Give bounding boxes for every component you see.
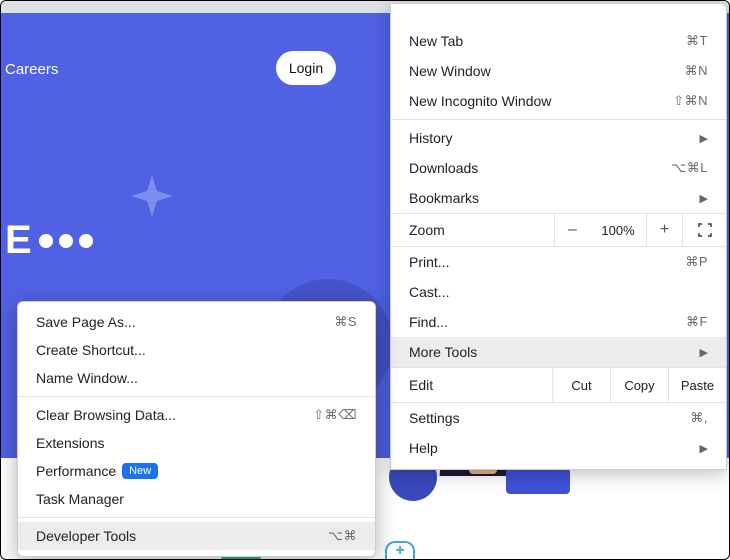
browser-main-menu: New Tab ⌘T New Window ⌘N New Incognito Win… — [390, 3, 727, 470]
menu-label: History — [409, 130, 453, 146]
edit-copy-button[interactable]: Copy — [610, 368, 668, 402]
submenu-clear-browsing[interactable]: Clear Browsing Data... ⇧⌘⌫ — [18, 401, 375, 429]
edit-cut-button[interactable]: Cut — [552, 368, 610, 402]
zoom-value: 100% — [590, 223, 646, 238]
menu-label: Find... — [409, 314, 448, 330]
menu-find[interactable]: Find... ⌘F — [391, 307, 726, 337]
chevron-right-icon: ▶ — [700, 442, 708, 455]
chevron-right-icon: ▶ — [700, 192, 708, 205]
menu-edit-label: Edit — [391, 377, 552, 393]
menu-label: Name Window... — [36, 370, 138, 386]
menu-bookmarks[interactable]: Bookmarks ▶ — [391, 183, 726, 213]
menu-label: Bookmarks — [409, 190, 479, 206]
menu-new-window[interactable]: New Window ⌘N — [391, 56, 726, 86]
submenu-developer-tools[interactable]: Developer Tools ⌥⌘ — [18, 522, 375, 550]
menu-help[interactable]: Help ▶ — [391, 433, 726, 463]
shortcut: ⌘T — [686, 33, 708, 49]
shortcut: ⌥⌘ — [328, 528, 357, 544]
menu-edit-row: Edit Cut Copy Paste — [391, 367, 726, 403]
menu-history[interactable]: History ▶ — [391, 123, 726, 153]
sparkle-icon — [129, 173, 175, 219]
submenu-name-window[interactable]: Name Window... — [18, 364, 375, 392]
menu-downloads[interactable]: Downloads ⌥⌘L — [391, 153, 726, 183]
shortcut: ⌘F — [686, 314, 708, 330]
submenu-performance[interactable]: PerformanceNew — [18, 457, 375, 485]
zoom-out-button[interactable]: – — [554, 214, 590, 246]
menu-separator — [18, 396, 375, 397]
menu-label: Cast... — [409, 284, 449, 300]
menu-settings[interactable]: Settings ⌘, — [391, 403, 726, 433]
menu-label: Create Shortcut... — [36, 342, 146, 358]
menu-label: Print... — [409, 254, 449, 270]
menu-label: Task Manager — [36, 491, 124, 507]
menu-label: Clear Browsing Data... — [36, 407, 176, 423]
nav-careers-link[interactable]: Careers — [5, 61, 58, 78]
menu-label: PerformanceNew — [36, 463, 158, 479]
submenu-create-shortcut[interactable]: Create Shortcut... — [18, 336, 375, 364]
menu-label: Settings — [409, 410, 460, 426]
shortcut: ⌘P — [685, 254, 708, 270]
submenu-extensions[interactable]: Extensions — [18, 429, 375, 457]
menu-label: More Tools — [409, 344, 477, 360]
edit-paste-button[interactable]: Paste — [668, 368, 726, 402]
zoom-in-button[interactable]: + — [646, 214, 682, 246]
menu-label: New Window — [409, 63, 491, 79]
menu-separator — [391, 119, 726, 120]
menu-label: New Tab — [409, 33, 463, 49]
menu-label: Extensions — [36, 435, 104, 451]
menu-label: New Incognito Window — [409, 93, 551, 109]
menu-zoom-label: Zoom — [391, 222, 554, 238]
submenu-save-page[interactable]: Save Page As... ⌘S — [18, 308, 375, 336]
menu-new-incognito[interactable]: New Incognito Window ⇧⌘N — [391, 86, 726, 116]
menu-label: Developer Tools — [36, 528, 136, 544]
window: Careers Login E + New Tab ⌘T New Window ⌘N… — [0, 0, 730, 560]
menu-new-tab[interactable]: New Tab ⌘T — [391, 26, 726, 56]
menu-more-tools[interactable]: More Tools ▶ — [391, 337, 726, 367]
menu-cast[interactable]: Cast... — [391, 277, 726, 307]
shortcut: ⌥⌘L — [671, 160, 708, 176]
menu-zoom-row: Zoom – 100% + — [391, 213, 726, 247]
shortcut: ⌘N — [685, 63, 708, 79]
fullscreen-button[interactable] — [682, 214, 726, 246]
chevron-right-icon: ▶ — [700, 346, 708, 359]
fullscreen-icon — [698, 223, 712, 237]
shortcut: ⌘S — [334, 314, 357, 330]
hero-dot — [39, 234, 53, 248]
shortcut: ⇧⌘N — [673, 93, 708, 109]
menu-label: Help — [409, 440, 438, 456]
menu-label: Downloads — [409, 160, 478, 176]
hero-dot — [79, 234, 93, 248]
chevron-right-icon: ▶ — [700, 132, 708, 145]
menu-separator — [18, 517, 375, 518]
login-button[interactable]: Login — [276, 51, 336, 85]
shortcut: ⌘, — [690, 410, 708, 426]
submenu-task-manager[interactable]: Task Manager — [18, 485, 375, 513]
more-tools-submenu: Save Page As... ⌘S Create Shortcut... Nam… — [17, 301, 376, 557]
plus-icon: + — [385, 541, 415, 559]
hero-dot — [59, 234, 73, 248]
shortcut: ⇧⌘⌫ — [313, 407, 357, 423]
hero-text-fragment: E — [5, 218, 93, 263]
menu-label: Save Page As... — [36, 314, 136, 330]
new-badge: New — [122, 463, 158, 479]
hero-letter: E — [5, 218, 33, 263]
decorative-shape — [506, 468, 570, 494]
menu-print[interactable]: Print... ⌘P — [391, 247, 726, 277]
